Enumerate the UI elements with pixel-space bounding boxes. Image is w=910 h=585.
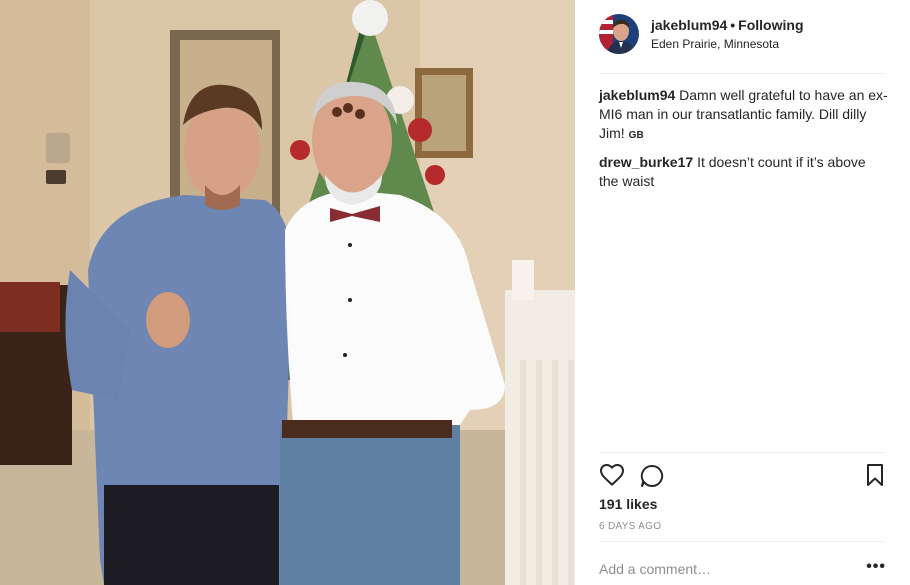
post-header: jakeblum94 • Following Eden Prairie, Minne… bbox=[575, 0, 910, 73]
post-location[interactable]: Eden Prairie, Minnesota bbox=[651, 37, 779, 51]
comment-item: drew_burke17 It doesn’t count if it’s ab… bbox=[599, 153, 889, 191]
post-timestamp: 6 DAYS AGO bbox=[599, 521, 662, 532]
avatar[interactable] bbox=[599, 14, 639, 54]
comment-username[interactable]: jakeblum94 bbox=[599, 87, 675, 103]
photo-illustration bbox=[0, 0, 575, 585]
heart-icon[interactable] bbox=[599, 463, 625, 492]
post-photo[interactable] bbox=[0, 0, 575, 585]
action-bar bbox=[599, 463, 885, 489]
flag-label: GB bbox=[628, 130, 644, 141]
comment-divider bbox=[599, 541, 885, 542]
actions-divider bbox=[599, 452, 885, 453]
header-divider bbox=[599, 73, 885, 74]
post-side-panel: jakeblum94 • Following Eden Prairie, Minne… bbox=[575, 0, 910, 585]
more-options-button[interactable]: ••• bbox=[866, 558, 886, 576]
bookmark-icon[interactable] bbox=[865, 463, 885, 492]
comment-username[interactable]: drew_burke17 bbox=[599, 154, 693, 170]
following-button[interactable]: Following bbox=[738, 17, 803, 33]
comment-item: jakeblum94 Damn well grateful to have an… bbox=[599, 86, 889, 145]
comment-icon[interactable] bbox=[639, 463, 665, 494]
add-comment-input[interactable]: Add a comment… bbox=[599, 561, 711, 577]
header-separator: • bbox=[730, 17, 736, 33]
comments-list: jakeblum94 Damn well grateful to have an… bbox=[599, 86, 889, 199]
header-username[interactable]: jakeblum94 bbox=[651, 17, 727, 33]
likes-count[interactable]: 191 likes bbox=[599, 496, 657, 512]
